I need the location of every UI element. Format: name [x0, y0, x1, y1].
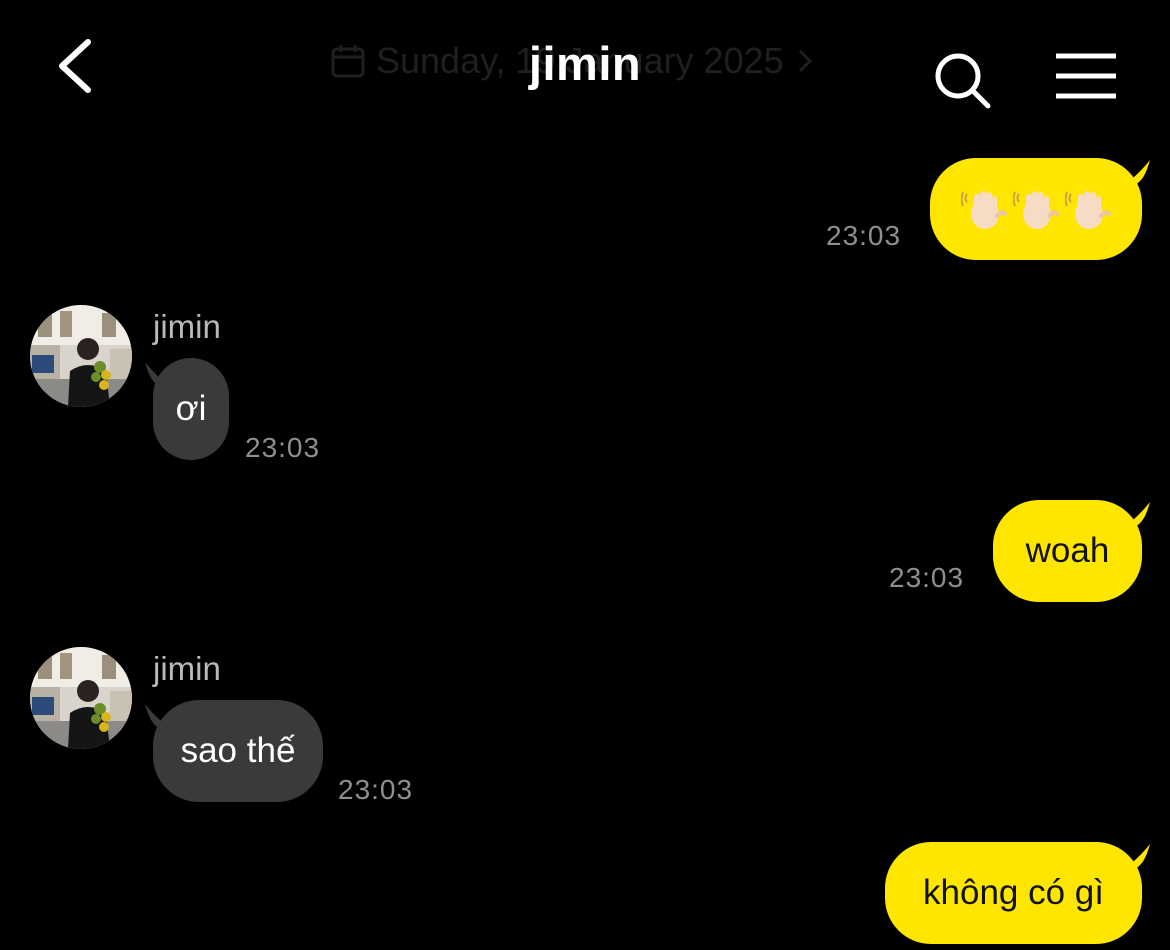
- avatar-photo: [30, 305, 132, 407]
- waving-hand-icon: [961, 191, 1007, 229]
- message-bubble[interactable]: [930, 158, 1142, 260]
- search-icon: [935, 53, 991, 109]
- search-button[interactable]: [930, 48, 994, 112]
- message-timestamp: 23:03: [245, 432, 321, 463]
- message-timestamp: 23:03: [889, 562, 965, 593]
- avatar[interactable]: [30, 305, 132, 407]
- message-bubble[interactable]: không có gì: [885, 842, 1142, 944]
- hamburger-menu-icon: [1056, 53, 1116, 99]
- message-bubble[interactable]: woah: [993, 500, 1142, 602]
- menu-button[interactable]: [1054, 52, 1118, 102]
- waving-hand-icon: [1065, 191, 1111, 229]
- message-bubble[interactable]: ơi: [153, 358, 229, 460]
- avatar-photo: [30, 647, 132, 749]
- chat-header: Sunday, 19 January 2025 jimin: [0, 0, 1170, 130]
- message-bubble[interactable]: sao thế: [153, 700, 323, 802]
- sender-name: jimin: [153, 308, 221, 345]
- message-timestamp: 23:03: [338, 774, 414, 805]
- message-timestamp: 23:03: [826, 220, 902, 251]
- waving-hand-icon: [1013, 191, 1059, 229]
- chat-title: jimin: [528, 37, 642, 90]
- emoji-row: [961, 186, 1111, 232]
- sender-name: jimin: [153, 650, 221, 687]
- avatar[interactable]: [30, 647, 132, 749]
